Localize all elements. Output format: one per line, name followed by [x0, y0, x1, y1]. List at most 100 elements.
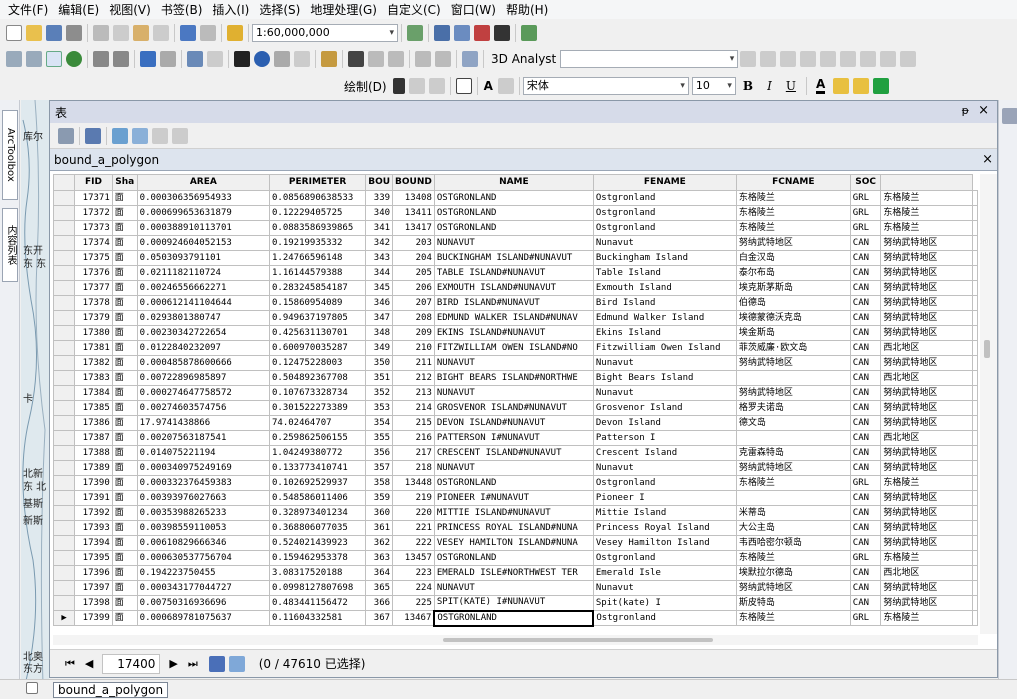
table-cell[interactable]: 斯皮特岛 — [735, 595, 851, 611]
table-cell[interactable]: 埃默拉尔德岛 — [735, 565, 851, 581]
table-cell[interactable]: Ostgronland — [592, 190, 737, 206]
open-folder-icon[interactable] — [26, 25, 42, 41]
table-cell[interactable]: 13417 — [392, 220, 435, 236]
clear-selection-icon[interactable] — [207, 51, 223, 67]
select-elements-icon[interactable] — [234, 51, 250, 67]
table-cell[interactable]: 17.9741438866 — [136, 415, 270, 431]
table-cell[interactable]: 0.000388910113701 — [136, 220, 270, 236]
pan-icon[interactable] — [46, 51, 62, 67]
table-cell[interactable]: BIRD ISLAND#NUNAVUT — [433, 295, 594, 311]
table-cell[interactable]: 361 — [365, 520, 394, 536]
table-cell[interactable]: Nunavut — [592, 460, 737, 476]
select-elements-arrow-icon[interactable] — [392, 78, 405, 94]
first-record-button[interactable]: ⏮ — [65, 657, 75, 671]
select-by-attributes-icon[interactable] — [112, 127, 128, 144]
table-cell[interactable]: 0.133773410741 — [268, 460, 367, 476]
table-cell[interactable]: 17381 — [74, 340, 113, 356]
table-cell[interactable]: 0.00207563187541 — [136, 430, 270, 446]
table-cell[interactable]: 0.000343177044727 — [136, 580, 270, 596]
table-cell[interactable]: CAN — [849, 445, 882, 461]
python-window-icon[interactable] — [494, 25, 510, 41]
find-route-icon[interactable] — [368, 51, 384, 67]
table-cell[interactable]: 0.000612141104644 — [136, 295, 270, 311]
table-cell[interactable]: CAN — [849, 595, 882, 611]
delete-selected-icon[interactable] — [172, 127, 188, 144]
column-header[interactable]: BOU — [365, 174, 394, 191]
table-cell[interactable]: Ostgronland — [592, 475, 737, 491]
table-cell[interactable]: 209 — [392, 325, 435, 341]
add-data-icon[interactable] — [227, 25, 243, 41]
table-row[interactable]: 17377 面 0.00246556662271 0.283245854187 345 2… — [53, 280, 978, 296]
table-cell[interactable]: 17387 — [74, 430, 113, 446]
table-cell[interactable]: 努纳武特地区 — [880, 460, 973, 476]
table-cell[interactable]: 努纳武特地区 — [880, 490, 973, 506]
table-cell[interactable]: 0.159462953378 — [268, 550, 367, 566]
table-cell[interactable]: 225 — [392, 595, 435, 611]
table-cell[interactable]: 东格陵兰 — [880, 220, 973, 236]
menu-item[interactable]: 窗口(W) — [447, 1, 502, 18]
catalog-dock-icon[interactable] — [1002, 108, 1017, 124]
table-cell[interactable]: TABLE ISLAND#NUNAVUT — [433, 265, 594, 281]
column-header[interactable]: FCNAME — [735, 174, 851, 191]
table-cell[interactable]: 克雷森特岛 — [735, 445, 851, 461]
table-options-icon[interactable] — [58, 127, 74, 144]
arcglobe-icon[interactable] — [900, 51, 917, 67]
clear-selection-table-icon[interactable] — [152, 127, 168, 144]
row-selector[interactable] — [53, 280, 76, 296]
table-cell[interactable]: 东格陵兰 — [880, 610, 973, 626]
table-cell[interactable]: 17388 — [74, 445, 113, 461]
table-cell[interactable]: Bird Island — [592, 295, 737, 311]
table-cell[interactable]: 0.000924604052153 — [136, 235, 270, 251]
table-cell[interactable]: Ostgronland — [592, 205, 737, 221]
table-cell[interactable]: 白金汉岛 — [735, 250, 851, 266]
table-of-contents-icon[interactable] — [434, 25, 450, 41]
table-cell[interactable]: 东格陵兰 — [735, 610, 851, 626]
row-selector-header[interactable] — [53, 174, 76, 191]
table-cell[interactable]: 352 — [365, 385, 394, 401]
table-cell[interactable]: 0.0122840232097 — [136, 340, 270, 356]
table-cell[interactable]: 359 — [365, 490, 394, 506]
table-cell[interactable]: 219 — [392, 490, 435, 506]
table-cell[interactable]: 364 — [365, 565, 394, 581]
table-cell[interactable]: 面 — [111, 505, 138, 521]
editor-icon[interactable] — [407, 25, 423, 41]
row-selector[interactable]: ▶ — [53, 610, 76, 626]
last-record-button[interactable]: ⏭ — [188, 657, 198, 671]
table-cell[interactable]: 0.000689781075637 — [136, 610, 270, 626]
table-cell[interactable]: 努纳武特地区 — [880, 385, 973, 401]
table-cell[interactable]: CAN — [849, 505, 882, 521]
table-cell[interactable]: 0.00274603574756 — [136, 400, 270, 416]
table-cell[interactable]: 格罗夫诺岛 — [735, 400, 851, 416]
table-cell[interactable]: 203 — [392, 235, 435, 251]
catalog-icon[interactable] — [454, 25, 470, 41]
table-cell[interactable]: 0.0293801380747 — [136, 310, 270, 326]
table-row[interactable]: 17388 面 0.014075221194 1.04249380772 356 217 C… — [53, 445, 978, 461]
table-cell[interactable]: 17380 — [74, 325, 113, 341]
row-selector[interactable] — [53, 340, 76, 356]
table-cell[interactable]: 17392 — [74, 505, 113, 521]
table-cell[interactable]: 西北地区 — [880, 370, 973, 386]
table-cell[interactable]: 面 — [111, 580, 138, 596]
table-cell[interactable]: 0.000485878600666 — [136, 355, 270, 371]
column-header[interactable]: FENAME — [592, 174, 737, 191]
next-record-button[interactable]: ▶ — [169, 657, 177, 670]
table-cell[interactable]: GRL — [849, 610, 882, 626]
table-cell[interactable]: CAN — [849, 430, 882, 446]
table-cell[interactable]: CAN — [849, 325, 882, 341]
table-cell[interactable]: CAN — [849, 415, 882, 431]
table-cell[interactable]: NUNAVUT — [433, 460, 594, 476]
table-cell[interactable]: 74.02464707 — [268, 415, 367, 431]
table-cell[interactable]: 1.24766596148 — [268, 250, 367, 266]
table-cell[interactable]: Devon Island — [592, 415, 737, 431]
table-cell[interactable]: 344 — [365, 265, 394, 281]
table-cell[interactable]: 210 — [392, 340, 435, 356]
hyperlink-icon[interactable] — [274, 51, 290, 67]
interpolate-point-icon[interactable] — [840, 51, 857, 67]
table-cell[interactable]: 面 — [111, 235, 138, 251]
table-cell[interactable]: 伯德岛 — [735, 295, 851, 311]
menu-item[interactable]: 地理处理(G) — [306, 1, 383, 18]
table-cell[interactable]: 0.00398559110053 — [136, 520, 270, 536]
table-cell[interactable]: CAN — [849, 385, 882, 401]
row-selector[interactable] — [53, 295, 76, 311]
marker-color-icon[interactable] — [873, 78, 890, 94]
